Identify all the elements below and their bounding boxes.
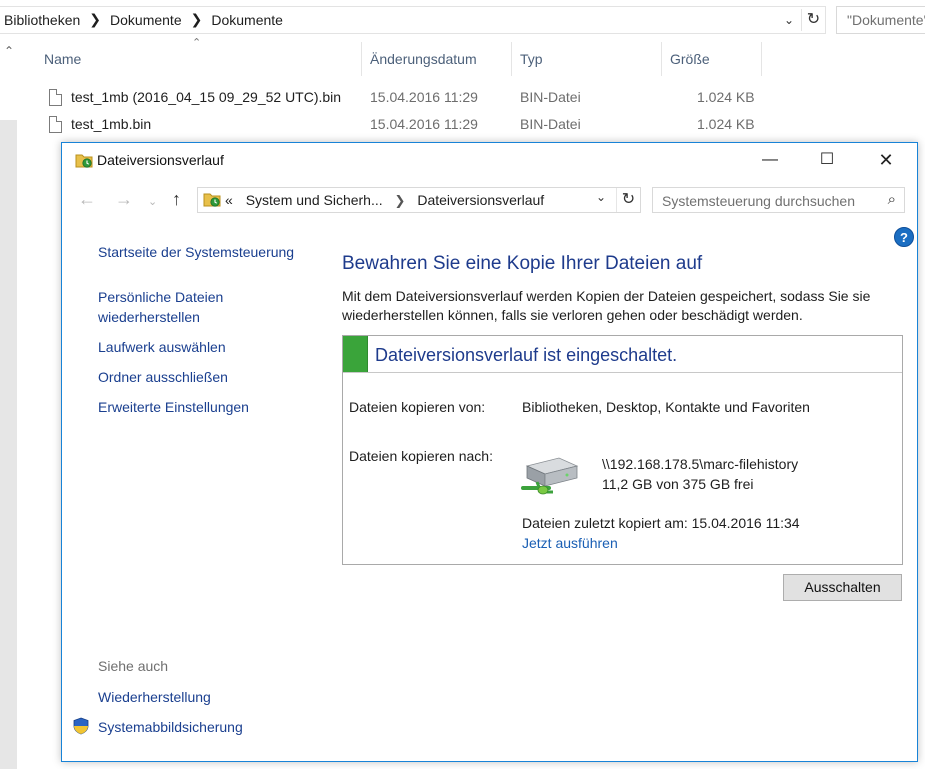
file-date: 15.04.2016 11:29 (370, 116, 478, 132)
scrollbar-track[interactable] (0, 120, 17, 769)
breadcrumb-item[interactable]: Dokumente (211, 12, 283, 28)
refresh-icon[interactable]: ↻ (616, 188, 640, 212)
file-type: BIN-Datei (520, 116, 581, 132)
title-bar[interactable]: Dateiversionsverlauf — ☐ ✕ (62, 143, 917, 177)
up-arrow-icon[interactable]: ↑ (172, 189, 181, 210)
link-advanced-settings[interactable]: Erweiterte Einstellungen (98, 397, 249, 417)
explorer-address-bar: Bibliotheken ❯ Dokumente ❯ Dokumente ⌄ ↻… (0, 6, 925, 34)
uac-shield-icon (73, 717, 89, 735)
breadcrumb-chevron-icon[interactable]: ❯ (191, 11, 203, 28)
copy-to-label: Dateien kopieren nach: (349, 448, 493, 464)
link-restore-personal-files[interactable]: Persönliche Dateien wiederherstellen (98, 287, 278, 327)
page-description: Mit dem Dateiversionsverlauf werden Kopi… (342, 288, 871, 323)
file-icon (49, 116, 62, 133)
run-now-link[interactable]: Jetzt ausführen (522, 535, 618, 551)
breadcrumb-item[interactable]: Dokumente (110, 12, 182, 28)
status-indicator (343, 336, 368, 372)
search-icon[interactable]: ⌕ (888, 191, 896, 208)
window-title: Dateiversionsverlauf (97, 152, 224, 168)
column-divider[interactable] (661, 42, 662, 76)
status-title: Dateiversionsverlauf ist eingeschaltet. (375, 345, 678, 365)
address-segment[interactable]: System und Sicherh... (246, 192, 383, 208)
search-placeholder: Systemsteuerung durchsuchen (662, 193, 855, 209)
recent-locations-chevron-icon[interactable]: ⌄ (148, 195, 157, 208)
column-divider[interactable] (511, 42, 512, 76)
column-header-row: Name Änderungsdatum Typ Größe (20, 42, 780, 76)
explorer-search-input[interactable]: "Dokumente" durchsuchen (836, 6, 925, 34)
file-history-window: Dateiversionsverlauf — ☐ ✕ ← → ⌄ ↑ « Sys… (61, 142, 918, 762)
breadcrumb-item[interactable]: Bibliotheken (4, 12, 80, 28)
divider (343, 372, 902, 373)
address-bar[interactable]: « System und Sicherh... ❯ Dateiversionsv… (197, 187, 641, 213)
drive-path: \\192.168.178.5\marc-filehistory (602, 456, 799, 472)
file-size: 1.024 KB (697, 89, 755, 105)
file-history-icon (203, 193, 221, 207)
page-title: Bewahren Sie eine Kopie Ihrer Dateien au… (342, 253, 703, 274)
back-arrow-icon[interactable]: ← (78, 189, 96, 210)
copy-from-label: Dateien kopieren von: (349, 399, 486, 415)
breadcrumb-chevron-icon[interactable]: ❯ (89, 11, 101, 28)
column-divider[interactable] (361, 42, 362, 76)
column-header-type[interactable]: Typ (520, 42, 543, 76)
address-chevron-icon[interactable]: ❯ (395, 193, 406, 208)
address-path: « System und Sicherh... ❯ Dateiversionsv… (225, 192, 544, 209)
copy-from-value: Bibliotheken, Desktop, Kontakte und Favo… (522, 399, 810, 415)
file-date: 15.04.2016 11:29 (370, 89, 478, 105)
column-divider[interactable] (761, 42, 762, 76)
status-panel: Dateiversionsverlauf ist eingeschaltet. … (342, 335, 903, 565)
close-icon[interactable]: ✕ (863, 143, 909, 177)
chevron-down-icon[interactable]: ⌄ (596, 190, 606, 204)
last-copied-text: Dateien zuletzt kopiert am: 15.04.2016 1… (522, 515, 800, 531)
file-row[interactable]: test_1mb (2016_04_15 09_29_52 UTC).bin 1… (20, 87, 780, 113)
breadcrumb: Bibliotheken ❯ Dokumente ❯ Dokumente (4, 11, 283, 28)
link-select-drive[interactable]: Laufwerk auswählen (98, 337, 226, 357)
turn-off-button[interactable]: Ausschalten (783, 574, 902, 601)
link-recovery[interactable]: Wiederherstellung (98, 687, 211, 707)
refresh-icon[interactable]: ↻ (801, 9, 825, 31)
file-icon (49, 89, 62, 106)
file-size: 1.024 KB (697, 116, 755, 132)
file-name: test_1mb (2016_04_15 09_29_52 UTC).bin (71, 89, 342, 105)
column-header-size[interactable]: Größe (670, 42, 710, 76)
column-header-name[interactable]: Name (44, 42, 81, 76)
search-input[interactable]: Systemsteuerung durchsuchen ⌕ (652, 187, 905, 213)
address-segment[interactable]: Dateiversionsverlauf (417, 192, 544, 208)
link-exclude-folders[interactable]: Ordner ausschließen (98, 367, 228, 387)
link-control-panel-home[interactable]: Startseite der Systemsteuerung (98, 242, 294, 262)
file-history-icon (75, 154, 93, 168)
file-row[interactable]: test_1mb.bin 15.04.2016 11:29 BIN-Datei … (20, 114, 780, 140)
maximize-icon[interactable]: ☐ (804, 143, 850, 177)
file-name: test_1mb.bin (71, 116, 152, 132)
link-system-image-backup[interactable]: Systemabbildsicherung (98, 717, 243, 737)
see-also-heading: Siehe auch (98, 658, 169, 674)
address-overflow-icon[interactable]: « (225, 192, 233, 208)
forward-arrow-icon[interactable]: → (115, 189, 133, 210)
chevron-down-icon[interactable]: ⌄ (780, 10, 798, 30)
navigation-bar: ← → ⌄ ↑ « System und Sicherh... ❯ Dateiv… (62, 183, 917, 217)
scroll-up-icon[interactable]: ⌃ (2, 44, 16, 58)
drive-free-space: 11,2 GB von 375 GB frei (602, 476, 754, 492)
column-header-date[interactable]: Änderungsdatum (370, 42, 477, 76)
minimize-icon[interactable]: — (747, 143, 793, 177)
network-drive-icon (521, 457, 579, 495)
file-type: BIN-Datei (520, 89, 581, 105)
help-icon[interactable]: ? (894, 227, 914, 247)
